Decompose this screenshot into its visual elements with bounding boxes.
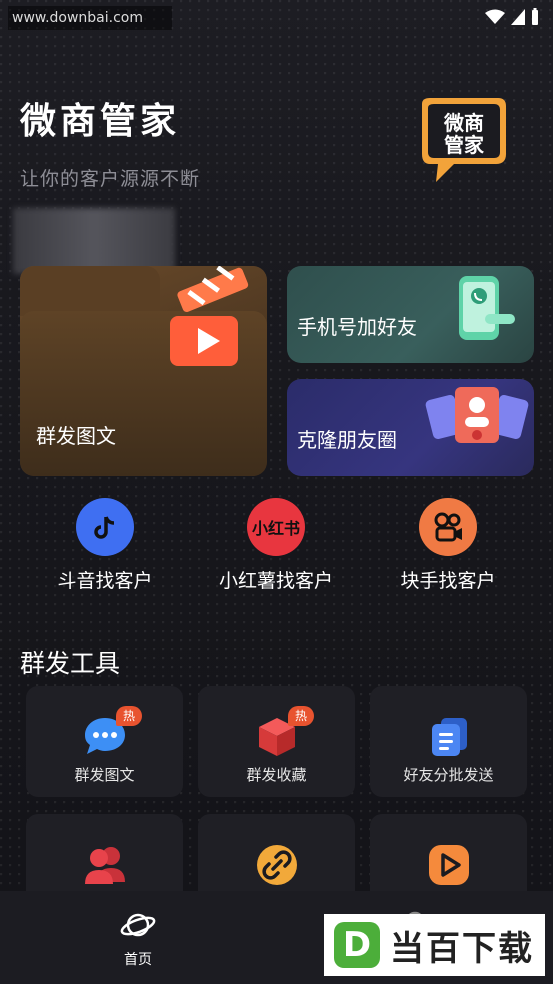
feature-card-label: 克隆朋友圈	[297, 428, 397, 452]
watermark-badge: D 当百下载	[324, 914, 545, 976]
app-logo: 微商 管家	[414, 96, 514, 190]
hot-badge: 热	[288, 706, 314, 726]
hot-badge: 热	[116, 706, 142, 726]
app-subtitle: 让你的客户源源不断	[20, 168, 201, 190]
logo-text-1: 微商	[443, 111, 484, 135]
blurred-region	[13, 208, 175, 274]
kuaishou-icon	[419, 498, 477, 556]
planet-icon	[120, 913, 156, 937]
xiaohongshu-glyph: 小红书	[251, 519, 300, 538]
tab-label: 首页	[124, 952, 152, 968]
platform-tiktok[interactable]: 斗音找客户	[20, 498, 190, 593]
platform-label: 小红薯找客户	[218, 570, 333, 592]
watermark-text: 当百下载	[390, 928, 534, 969]
platform-xiaohongshu[interactable]: 小红书 小红薯找客户	[191, 498, 361, 593]
section-title: 群发工具	[20, 649, 121, 678]
app-title: 微商管家	[20, 101, 181, 142]
phone-icon	[459, 276, 515, 340]
site-watermark: www.downbai.com	[8, 6, 172, 30]
platform-label: 块手找客户	[400, 570, 496, 592]
platform-kuaishou[interactable]: 块手找客户	[363, 498, 533, 593]
wifi-icon	[485, 9, 505, 24]
tool-label: 群发收藏	[246, 766, 307, 784]
tool-group-post[interactable]: 热 群发图文	[26, 686, 183, 797]
feature-card-label: 群发图文	[36, 424, 116, 448]
copy-list-icon	[431, 718, 467, 756]
status-bar	[485, 8, 539, 26]
tool-label: 群发图文	[74, 766, 135, 784]
signal-icon	[511, 9, 525, 25]
tool-group-favorites[interactable]: 热 群发收藏	[198, 686, 355, 797]
battery-icon	[532, 8, 538, 25]
logo-text-2: 管家	[444, 133, 485, 157]
feature-card-label: 手机号加好友	[297, 315, 417, 339]
feature-card-phone-add[interactable]: 手机号加好友	[287, 266, 534, 363]
link-icon	[256, 845, 297, 885]
watermark-logo: D	[334, 922, 380, 968]
users-icon	[84, 847, 125, 884]
play-icon	[428, 845, 469, 885]
tiktok-icon	[76, 498, 134, 556]
tool-label: 好友分批发送	[403, 766, 494, 784]
feature-card-group-post[interactable]: 群发图文	[20, 266, 267, 476]
tab-home[interactable]: 首页	[68, 909, 208, 969]
tool-batch-send[interactable]: 好友分批发送	[370, 686, 527, 797]
clapperboard-icon	[170, 266, 249, 366]
platform-label: 斗音找客户	[57, 570, 153, 592]
xiaohongshu-icon: 小红书	[247, 498, 305, 556]
feature-card-clone-moments[interactable]: 克隆朋友圈	[287, 379, 534, 476]
contact-card-icon	[425, 387, 529, 443]
